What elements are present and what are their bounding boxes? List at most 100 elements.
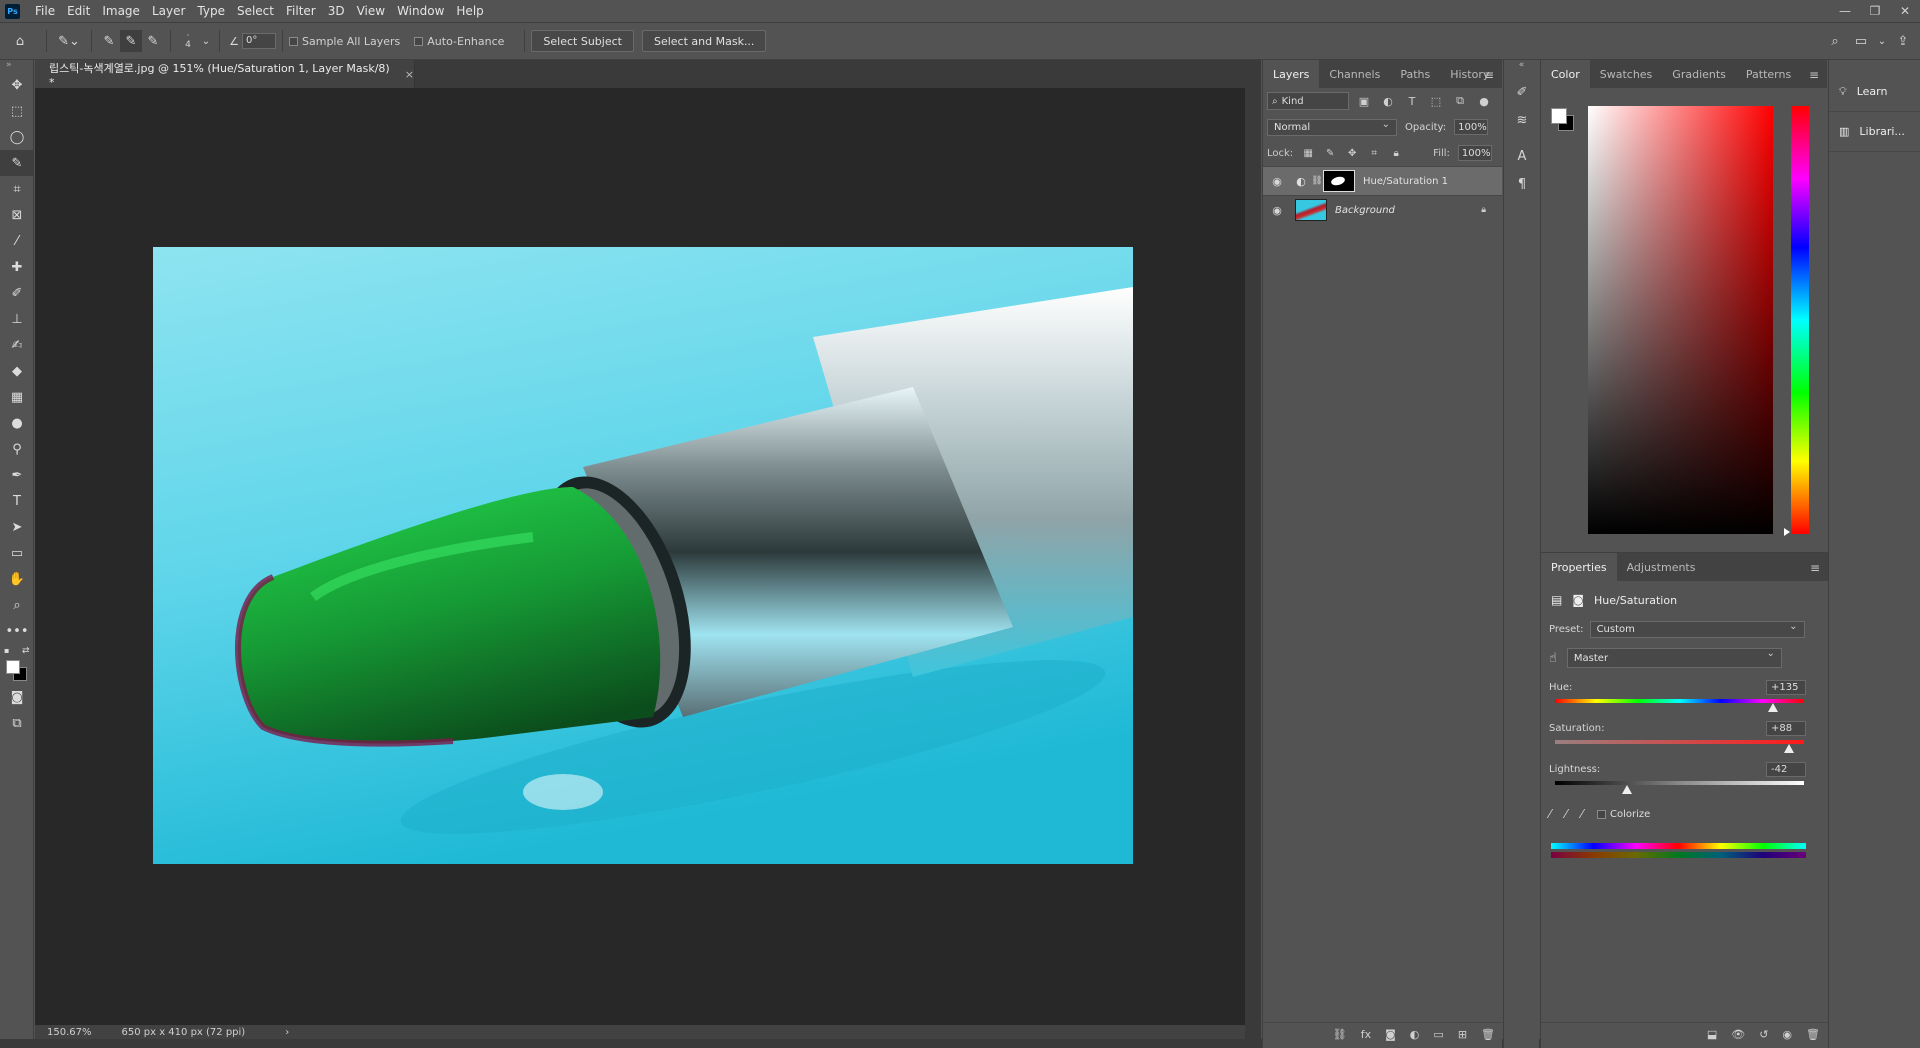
panel-menu-icon[interactable]: ≡ xyxy=(1810,561,1820,575)
menu-type[interactable]: Type xyxy=(191,0,231,22)
blur-tool-icon[interactable]: ● xyxy=(0,410,34,436)
foreground-color-swatch[interactable] xyxy=(1551,108,1567,124)
brush-tool-icon[interactable]: ✐ xyxy=(0,280,34,306)
new-group-icon[interactable]: ▭ xyxy=(1433,1028,1443,1041)
hue-track[interactable] xyxy=(1555,699,1804,712)
clip-to-layer-icon[interactable]: ⬓ xyxy=(1707,1028,1717,1041)
auto-enhance-checkbox[interactable]: Auto-Enhance xyxy=(414,35,504,48)
fill-input[interactable]: 100% xyxy=(1457,145,1492,161)
saturation-track[interactable] xyxy=(1555,740,1804,753)
crop-tool-icon[interactable]: ⌗ xyxy=(0,176,34,202)
hue-input[interactable]: +135 xyxy=(1766,680,1806,695)
brush-settings-icon[interactable]: ✐ xyxy=(1504,78,1540,106)
preset-select[interactable]: Custom xyxy=(1589,621,1805,638)
blend-mode-select[interactable]: Normal xyxy=(1267,118,1397,136)
layer-name[interactable]: Hue/Saturation 1 xyxy=(1363,176,1448,187)
delete-layer-icon[interactable]: 🗑︎ xyxy=(1481,1028,1495,1041)
layer-row[interactable]: ◉ Background 🔒︎ xyxy=(1263,195,1502,224)
clone-stamp-tool-icon[interactable]: ⊥ xyxy=(0,306,34,332)
workspace-icon[interactable]: ▭ xyxy=(1850,30,1872,52)
eyedropper-icon[interactable]: ⁄ xyxy=(1549,807,1551,821)
foreground-swatch[interactable] xyxy=(6,660,20,674)
mask-icon[interactable]: ◙ xyxy=(1572,593,1584,607)
select-and-mask-button[interactable]: Select and Mask... xyxy=(641,30,767,52)
layer-row[interactable]: ◉ ◐ ⛓ Hue/Saturation 1 xyxy=(1263,166,1502,195)
fx-icon[interactable]: fx xyxy=(1361,1028,1371,1041)
share-icon[interactable]: ⇪ xyxy=(1892,30,1914,52)
menu-image[interactable]: Image xyxy=(96,0,146,22)
link-layers-icon[interactable]: ⛓ xyxy=(1333,1028,1347,1041)
lock-position-icon[interactable]: ✥ xyxy=(1345,148,1359,159)
zoom-tool-icon[interactable]: ⌕ xyxy=(0,592,34,618)
image-canvas[interactable] xyxy=(153,247,1133,864)
visibility-icon[interactable]: ◉ xyxy=(1782,1028,1792,1041)
history-brush-tool-icon[interactable]: ✍ xyxy=(0,332,34,358)
hand-tool-icon[interactable]: ✋ xyxy=(0,566,34,592)
subtract-from-selection-icon[interactable]: ✎ xyxy=(142,30,164,52)
frame-tool-icon[interactable]: ⊠ xyxy=(0,202,34,228)
adjustment-icon[interactable]: ▤ xyxy=(1551,593,1562,607)
new-adjustment-layer-icon[interactable]: ◐ xyxy=(1410,1028,1420,1041)
hue-marker[interactable] xyxy=(1784,528,1790,536)
add-to-selection-icon[interactable]: ✎ xyxy=(120,30,142,52)
learn-panel-button[interactable]: 💡︎ Learn xyxy=(1829,72,1920,112)
zoom-level[interactable]: 150.67% xyxy=(47,1027,92,1038)
targeted-adjustment-hand-icon[interactable]: ☝ xyxy=(1549,651,1557,666)
collapse-icon[interactable]: » xyxy=(0,60,33,72)
opacity-input[interactable]: 100% xyxy=(1454,119,1489,135)
lock-artboard-icon[interactable]: ⌗ xyxy=(1367,148,1381,159)
new-layer-icon[interactable]: ⊞ xyxy=(1458,1028,1467,1041)
kind-filter-select[interactable]: ⌕ Kind xyxy=(1267,92,1349,110)
hue-slider[interactable] xyxy=(1791,106,1809,534)
tab-swatches[interactable]: Swatches xyxy=(1590,60,1663,88)
filter-toggle-icon[interactable]: ● xyxy=(1475,95,1493,108)
new-selection-icon[interactable]: ✎ xyxy=(98,30,120,52)
saturation-brightness-picker[interactable] xyxy=(1588,106,1773,534)
select-subject-button[interactable]: Select Subject xyxy=(531,30,634,52)
tab-adjustments[interactable]: Adjustments xyxy=(1617,553,1706,581)
menu-edit[interactable]: Edit xyxy=(61,0,96,22)
healing-brush-tool-icon[interactable]: ✚ xyxy=(0,254,34,280)
tab-color[interactable]: Color xyxy=(1541,60,1590,88)
paragraph-icon[interactable]: ¶ xyxy=(1504,170,1540,198)
eraser-tool-icon[interactable]: ◆ xyxy=(0,358,34,384)
character-icon[interactable]: A xyxy=(1504,142,1540,170)
eyedropper-tool-icon[interactable]: ⁄ xyxy=(0,228,34,254)
angle-input[interactable]: 0° xyxy=(242,33,276,49)
search-icon[interactable]: ⌕ xyxy=(1824,30,1846,52)
menu-window[interactable]: Window xyxy=(391,0,450,22)
document-tab[interactable]: 립스틱-녹색계열로.jpg @ 151% (Hue/Saturation 1, … xyxy=(35,60,415,89)
menu-filter[interactable]: Filter xyxy=(280,0,322,22)
sample-all-layers-checkbox[interactable]: Sample All Layers xyxy=(289,35,400,48)
tab-channels[interactable]: Channels xyxy=(1319,60,1390,88)
layer-mask-thumbnail[interactable] xyxy=(1323,170,1355,192)
saturation-slider-thumb[interactable] xyxy=(1784,744,1795,753)
lightness-input[interactable]: -42 xyxy=(1766,762,1806,777)
image-filter-icon[interactable]: ▣ xyxy=(1355,95,1373,108)
brush-size-picker[interactable]: · 4 xyxy=(177,30,199,52)
lock-all-icon[interactable]: 🔒︎ xyxy=(1389,148,1403,159)
restore-button[interactable]: ❐ xyxy=(1860,0,1890,22)
delete-icon[interactable]: 🗑︎ xyxy=(1806,1028,1820,1041)
status-expand-icon[interactable]: › xyxy=(285,1027,289,1038)
minimize-button[interactable]: — xyxy=(1830,0,1860,22)
gradient-tool-icon[interactable]: ▦ xyxy=(0,384,34,410)
view-previous-icon[interactable]: 👁︎ xyxy=(1731,1028,1745,1041)
swap-colors-icon[interactable]: ⇄ xyxy=(22,646,30,656)
reset-icon[interactable]: ↺ xyxy=(1759,1028,1768,1041)
type-tool-icon[interactable]: T xyxy=(0,488,34,514)
smart-object-filter-icon[interactable]: ⧉ xyxy=(1451,94,1469,108)
tab-patterns[interactable]: Patterns xyxy=(1736,60,1801,88)
saturation-input[interactable]: +88 xyxy=(1766,721,1806,736)
default-colors-icon[interactable]: ▪ xyxy=(4,646,9,655)
brushes-icon[interactable]: ≋ xyxy=(1504,106,1540,134)
more-tools-icon[interactable]: ••• xyxy=(0,618,34,644)
quick-mask-icon[interactable]: ◙ xyxy=(0,684,34,710)
libraries-panel-button[interactable]: ▥ Librari... xyxy=(1829,112,1920,152)
panel-menu-icon[interactable]: ≡ xyxy=(1484,68,1494,82)
marquee-tool-icon[interactable]: ⬚ xyxy=(0,98,34,124)
lock-pixels-icon[interactable]: ✎ xyxy=(1323,148,1337,159)
close-tab-icon[interactable]: × xyxy=(405,68,414,81)
layer-name[interactable]: Background xyxy=(1335,205,1395,216)
menu-select[interactable]: Select xyxy=(231,0,280,22)
